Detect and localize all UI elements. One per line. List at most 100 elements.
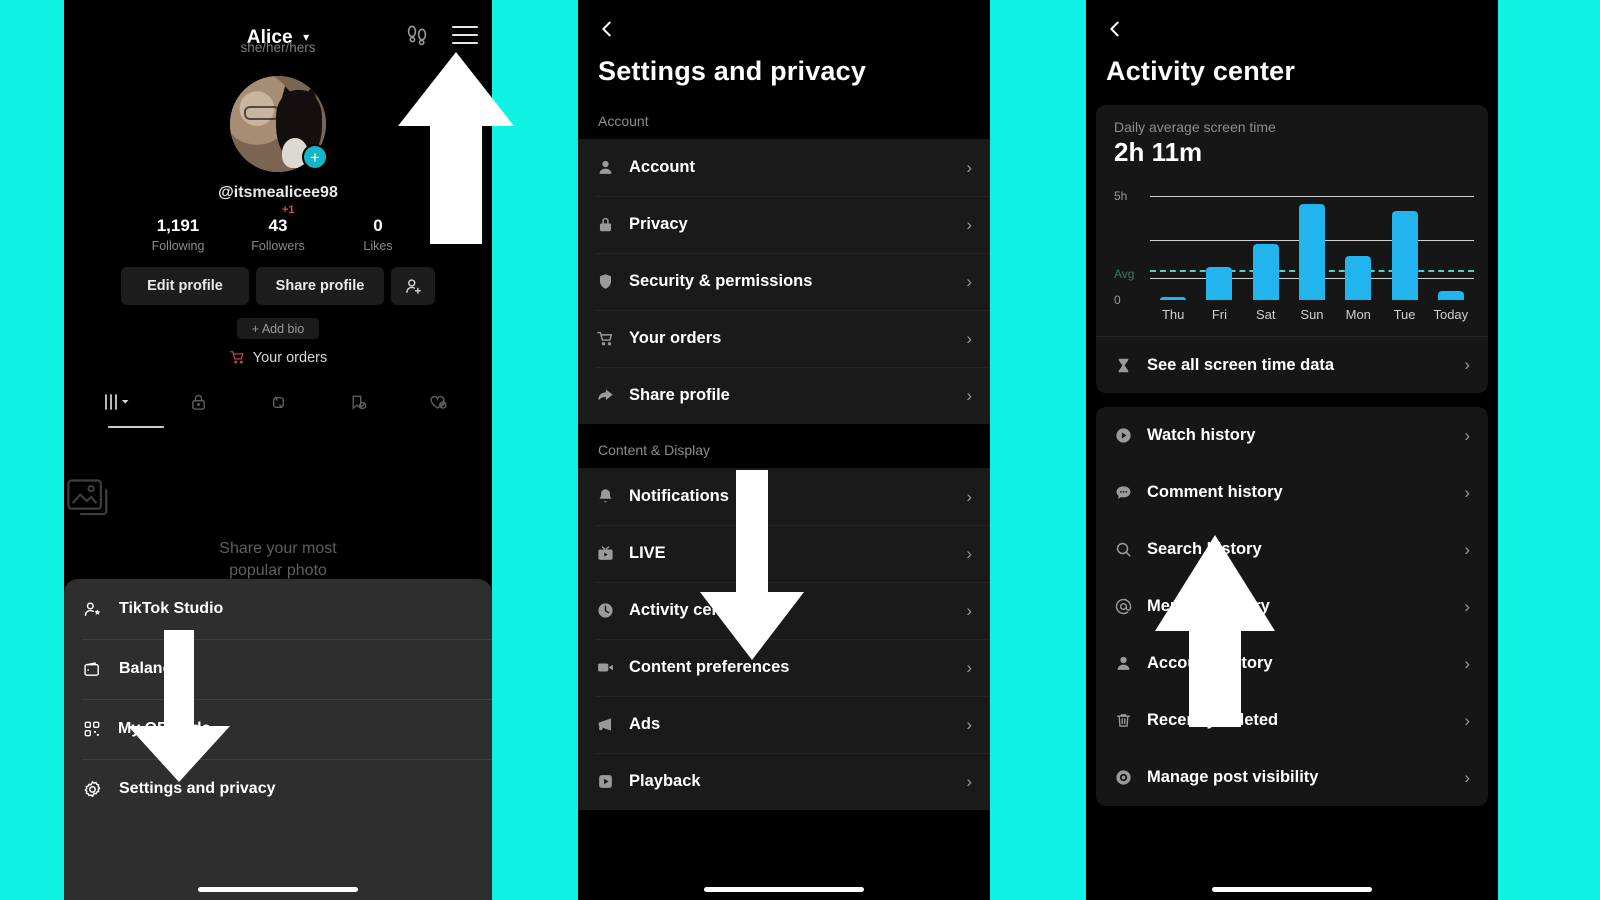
edit-profile-button[interactable]: Edit profile (121, 267, 249, 305)
comment-bubble-icon (1114, 483, 1133, 502)
stat-following[interactable]: 1,191 Following (128, 216, 228, 253)
section-label-account: Account (598, 113, 649, 129)
chevron-right-icon: › (966, 214, 972, 234)
x-label: Thu (1161, 307, 1185, 322)
tab-private[interactable] (158, 382, 238, 422)
active-tab-underline (108, 425, 164, 428)
chevron-right-icon: › (1464, 596, 1470, 616)
settings-row-playback[interactable]: Playback › (578, 753, 990, 810)
video-camera-icon (596, 658, 615, 677)
settings-row-label: Account (629, 158, 695, 176)
chevron-right-icon: › (966, 600, 972, 620)
settings-group-account: Account › Privacy › Security & permissio… (578, 139, 990, 424)
profile-header-icons (404, 22, 478, 48)
settings-row-label: Share profile (629, 386, 730, 404)
home-indicator (1212, 887, 1372, 892)
y-tick-0: 0 (1114, 293, 1121, 307)
page-title: Activity center (1106, 56, 1296, 86)
watch-history-row[interactable]: Watch history › (1096, 407, 1488, 464)
empty-state-line2: popular photo (229, 561, 327, 579)
comment-history-row[interactable]: Comment history › (1096, 464, 1488, 521)
chevron-right-icon: › (966, 157, 972, 177)
settings-row-ads[interactable]: Ads › (578, 696, 990, 753)
back-chevron-icon[interactable] (1104, 18, 1126, 40)
see-all-screen-time-data-row[interactable]: See all screen time data › (1096, 336, 1488, 393)
chevron-right-icon: › (1464, 539, 1470, 559)
chart-bar (1206, 266, 1233, 300)
settings-row-share-profile[interactable]: Share profile › (578, 367, 990, 424)
add-bio-button[interactable]: + Add bio (237, 318, 319, 339)
shopping-cart-icon (229, 349, 246, 366)
settings-row-account[interactable]: Account › (578, 139, 990, 196)
section-label-content-display: Content & Display (598, 442, 711, 458)
trash-icon (1114, 711, 1133, 730)
play-box-icon (596, 772, 615, 791)
add-story-plus-icon[interactable]: + (302, 144, 328, 170)
tab-posts[interactable] (78, 382, 164, 428)
x-label: Sat (1255, 307, 1276, 322)
stat-followers[interactable]: +1 43 Followers (228, 204, 328, 253)
x-label: Today (1433, 307, 1469, 322)
bar-cell (1196, 186, 1242, 300)
tab-liked-hidden[interactable] (398, 382, 478, 422)
stat-value: 1,191 (156, 216, 200, 235)
manage-post-visibility-row[interactable]: Manage post visibility › (1096, 749, 1488, 806)
chart-bar (1437, 290, 1464, 300)
studio-person-star-icon (82, 599, 103, 620)
eye-icon (1114, 768, 1133, 787)
hourglass-icon (1114, 356, 1133, 375)
live-tv-icon (596, 544, 615, 563)
your-orders-link[interactable]: Your orders (64, 349, 492, 366)
share-arrow-icon (596, 386, 615, 405)
y-tick-avg: Avg (1114, 267, 1135, 281)
back-chevron-icon[interactable] (596, 18, 618, 40)
x-label: Tue (1393, 307, 1416, 322)
tab-saved-hidden[interactable] (318, 382, 398, 422)
chevron-right-icon: › (966, 657, 972, 677)
tab-reposts[interactable] (238, 382, 318, 422)
chart-bar (1391, 211, 1418, 300)
chart-bar (1252, 244, 1279, 300)
gear-icon (82, 779, 103, 800)
chevron-right-icon: › (1464, 653, 1470, 673)
activity-center-screen: Activity center Daily average screen tim… (1086, 0, 1498, 900)
megaphone-icon (596, 715, 615, 734)
screen-time-card: Daily average screen time 2h 11m 5h Avg … (1096, 105, 1488, 393)
settings-row-privacy[interactable]: Privacy › (578, 196, 990, 253)
add-person-icon[interactable] (391, 267, 435, 305)
profile-tabs (64, 382, 492, 428)
x-label: Fri (1211, 307, 1227, 322)
avatar[interactable]: + (230, 76, 328, 172)
settings-row-label: Ads (629, 715, 661, 733)
at-mention-icon (1114, 597, 1133, 616)
stat-label: Following (151, 239, 205, 253)
history-row-label: Manage post visibility (1147, 768, 1319, 786)
qr-code-icon (82, 719, 102, 739)
shield-icon (596, 272, 615, 291)
history-row-label: Comment history (1147, 483, 1283, 501)
clock-icon (596, 601, 615, 620)
bar-cell (1381, 186, 1427, 300)
search-icon (1114, 540, 1133, 559)
chevron-right-icon: › (966, 385, 972, 405)
your-orders-label: Your orders (252, 349, 328, 366)
settings-row-your-orders[interactable]: Your orders › (578, 310, 990, 367)
footsteps-icon[interactable] (404, 22, 430, 48)
settings-row-label: Playback (629, 772, 701, 790)
screen-time-subtitle: Daily average screen time (1114, 119, 1276, 135)
lock-icon (596, 215, 615, 234)
play-circle-icon (1114, 426, 1133, 445)
screenshot-stage: Alice ▾ she/her/hers + @itsmealicee98 1,… (0, 0, 1600, 900)
chevron-right-icon: › (1464, 355, 1470, 374)
settings-row-label: Content preferences (629, 658, 790, 676)
screen-time-value: 2h 11m (1114, 137, 1203, 167)
photo-stack-icon (64, 476, 492, 524)
bar-cell (1150, 186, 1196, 300)
person-icon (1114, 654, 1133, 673)
chevron-right-icon: › (966, 543, 972, 563)
settings-row-security-permissions[interactable]: Security & permissions › (578, 253, 990, 310)
share-profile-button[interactable]: Share profile (256, 267, 384, 305)
hamburger-menu-icon[interactable] (452, 26, 478, 44)
chart-bars (1150, 186, 1474, 300)
empty-state-line1: Share your most (219, 540, 337, 557)
